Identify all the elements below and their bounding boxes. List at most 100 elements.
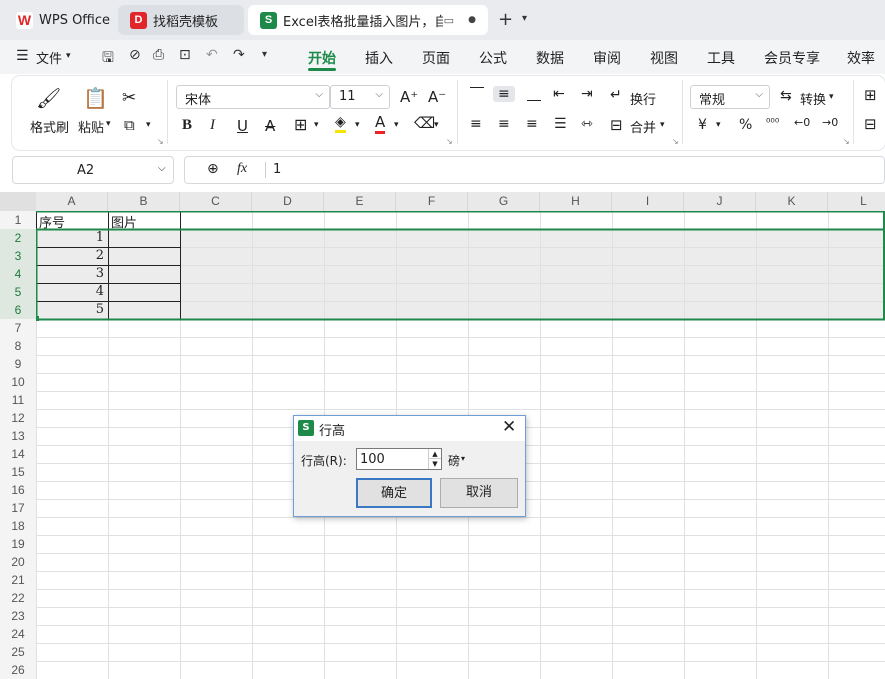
tab-wps-office[interactable]: W WPS Office — [4, 5, 114, 35]
menu-member[interactable]: 会员专享 — [764, 48, 820, 68]
underline-icon[interactable]: U — [237, 117, 248, 135]
chevron-down-icon[interactable]: ▾ — [660, 120, 665, 130]
zoom-icon[interactable]: ⊕ — [207, 161, 219, 177]
paste-icon[interactable]: 📋 — [83, 86, 108, 110]
cell-value[interactable]: 5 — [36, 302, 104, 317]
decrease-decimal-icon[interactable]: →0 — [822, 116, 838, 129]
column-header-c[interactable]: C — [180, 192, 252, 211]
format-painter-button[interactable]: 格式刷 — [30, 117, 69, 136]
ok-button[interactable]: 确定 — [356, 478, 432, 508]
row-header-6[interactable]: 6 — [0, 301, 36, 319]
cell-header[interactable]: 序号 — [39, 212, 65, 231]
save-icon[interactable]: 🖫 — [102, 47, 114, 71]
align-right-icon[interactable]: ≡ — [526, 116, 538, 132]
chevron-down-icon[interactable]: ▾ — [314, 120, 319, 130]
copy-icon[interactable]: ⧉ — [124, 116, 135, 134]
number-format-combo[interactable]: 常规 ⌵ — [690, 85, 770, 109]
row-header-13[interactable]: 13 — [0, 427, 36, 445]
chevron-down-icon[interactable]: ▾ — [262, 49, 267, 60]
column-header-h[interactable]: H — [540, 192, 612, 211]
dialog-title-bar[interactable]: S 行高 ✕ — [294, 416, 525, 441]
dialog-launcher-icon[interactable]: ↘ — [157, 137, 164, 146]
hamburger-icon[interactable]: ☰ — [16, 48, 29, 64]
dialog-launcher-icon[interactable]: ↘ — [672, 137, 679, 146]
increase-font-icon[interactable]: A⁺ — [400, 88, 418, 106]
close-icon[interactable]: ✕ — [502, 417, 516, 437]
cell-value[interactable]: 1 — [36, 230, 104, 245]
row-header-15[interactable]: 15 — [0, 463, 36, 481]
column-header-k[interactable]: K — [756, 192, 828, 211]
border-icon[interactable]: ⊞ — [294, 115, 307, 134]
unit-selector[interactable]: 磅 — [448, 452, 460, 469]
column-header-b[interactable]: B — [108, 192, 180, 211]
cell-value[interactable]: 3 — [36, 266, 104, 281]
increase-indent-icon[interactable]: ⇥ — [581, 86, 593, 102]
undo-icon[interactable]: ↶ — [206, 47, 218, 63]
conditional-format-icon[interactable]: ⊞ — [864, 86, 877, 104]
tab-dot-icon[interactable]: ● — [468, 15, 476, 25]
wrap-text-button[interactable]: 换行 — [630, 89, 656, 108]
link-icon[interactable]: ⊘ — [129, 47, 141, 63]
cell-value[interactable]: 4 — [36, 284, 104, 299]
row-height-input[interactable]: 100 ▲ ▼ — [356, 448, 442, 470]
column-header-j[interactable]: J — [684, 192, 756, 211]
wrap-text-icon[interactable]: ↵ — [610, 87, 622, 103]
merge-icon[interactable]: ⊟ — [610, 116, 623, 134]
percent-icon[interactable]: % — [739, 117, 752, 133]
row-header-4[interactable]: 4 — [0, 265, 36, 283]
row-header-17[interactable]: 17 — [0, 499, 36, 517]
bold-icon[interactable]: B — [182, 117, 192, 134]
menu-efficiency[interactable]: 效率 — [847, 48, 875, 68]
menu-review[interactable]: 审阅 — [593, 48, 621, 68]
menu-data[interactable]: 数据 — [536, 48, 564, 68]
chevron-down-icon[interactable]: ▾ — [106, 119, 111, 129]
preview-icon[interactable]: ⊡ — [179, 47, 191, 63]
row-header-11[interactable]: 11 — [0, 391, 36, 409]
currency-icon[interactable]: ¥ — [698, 117, 707, 133]
file-menu[interactable]: 文件 — [36, 48, 62, 67]
chevron-down-icon[interactable]: ▾ — [394, 120, 399, 130]
menu-home[interactable]: 开始 — [308, 48, 336, 68]
column-header-i[interactable]: I — [612, 192, 684, 211]
row-header-14[interactable]: 14 — [0, 445, 36, 463]
cell-header[interactable]: 图片 — [111, 212, 137, 231]
dialog-launcher-icon[interactable]: ↘ — [446, 137, 453, 146]
format-painter-icon[interactable]: 🖌 — [36, 86, 61, 110]
row-header-3[interactable]: 3 — [0, 247, 36, 265]
menu-formula[interactable]: 公式 — [479, 48, 507, 68]
chevron-down-icon[interactable]: ▾ — [716, 120, 721, 130]
redo-icon[interactable]: ↷ — [233, 47, 245, 63]
screen-icon[interactable]: ▭ — [444, 14, 454, 27]
chevron-down-icon[interactable]: ▾ — [434, 120, 439, 130]
paste-button[interactable]: 粘贴 — [78, 117, 104, 136]
tab-excel-document[interactable]: S Excel表格批量插入图片，自动 ▭ ● — [248, 5, 488, 35]
chevron-down-icon[interactable]: ▾ — [829, 92, 834, 102]
row-header-26[interactable]: 26 — [0, 661, 36, 679]
distributed-icon[interactable]: ⇿ — [581, 116, 593, 132]
menu-insert[interactable]: 插入 — [365, 48, 393, 68]
chevron-down-icon[interactable]: ▾ — [146, 120, 151, 130]
spin-up-icon[interactable]: ▲ — [428, 449, 441, 459]
menu-page[interactable]: 页面 — [422, 48, 450, 68]
increase-decimal-icon[interactable]: ←0 — [794, 116, 810, 129]
italic-icon[interactable]: I — [210, 117, 215, 134]
dialog-launcher-icon[interactable]: ↘ — [843, 137, 850, 146]
row-header-20[interactable]: 20 — [0, 553, 36, 571]
print-icon[interactable]: ⎙ — [153, 47, 164, 63]
row-header-21[interactable]: 21 — [0, 571, 36, 589]
chevron-down-icon[interactable]: ▾ — [522, 13, 527, 24]
chevron-down-icon[interactable]: ▾ — [355, 120, 360, 130]
formula-input[interactable]: 1 — [273, 162, 281, 177]
row-header-1[interactable]: 1 — [0, 211, 36, 229]
table-style-icon[interactable]: ⊟ — [864, 115, 877, 133]
formula-bar[interactable]: ⊕ fx 1 — [184, 156, 885, 184]
row-header-24[interactable]: 24 — [0, 625, 36, 643]
new-tab-icon[interactable]: + — [498, 9, 513, 30]
column-header-l[interactable]: L — [828, 192, 885, 211]
row-header-22[interactable]: 22 — [0, 589, 36, 607]
tab-docer-templates[interactable]: D 找稻壳模板 — [118, 5, 244, 35]
align-middle-icon[interactable]: ≡ — [493, 86, 515, 102]
row-header-12[interactable]: 12 — [0, 409, 36, 427]
column-header-a[interactable]: A — [36, 192, 108, 211]
menu-view[interactable]: 视图 — [650, 48, 678, 68]
